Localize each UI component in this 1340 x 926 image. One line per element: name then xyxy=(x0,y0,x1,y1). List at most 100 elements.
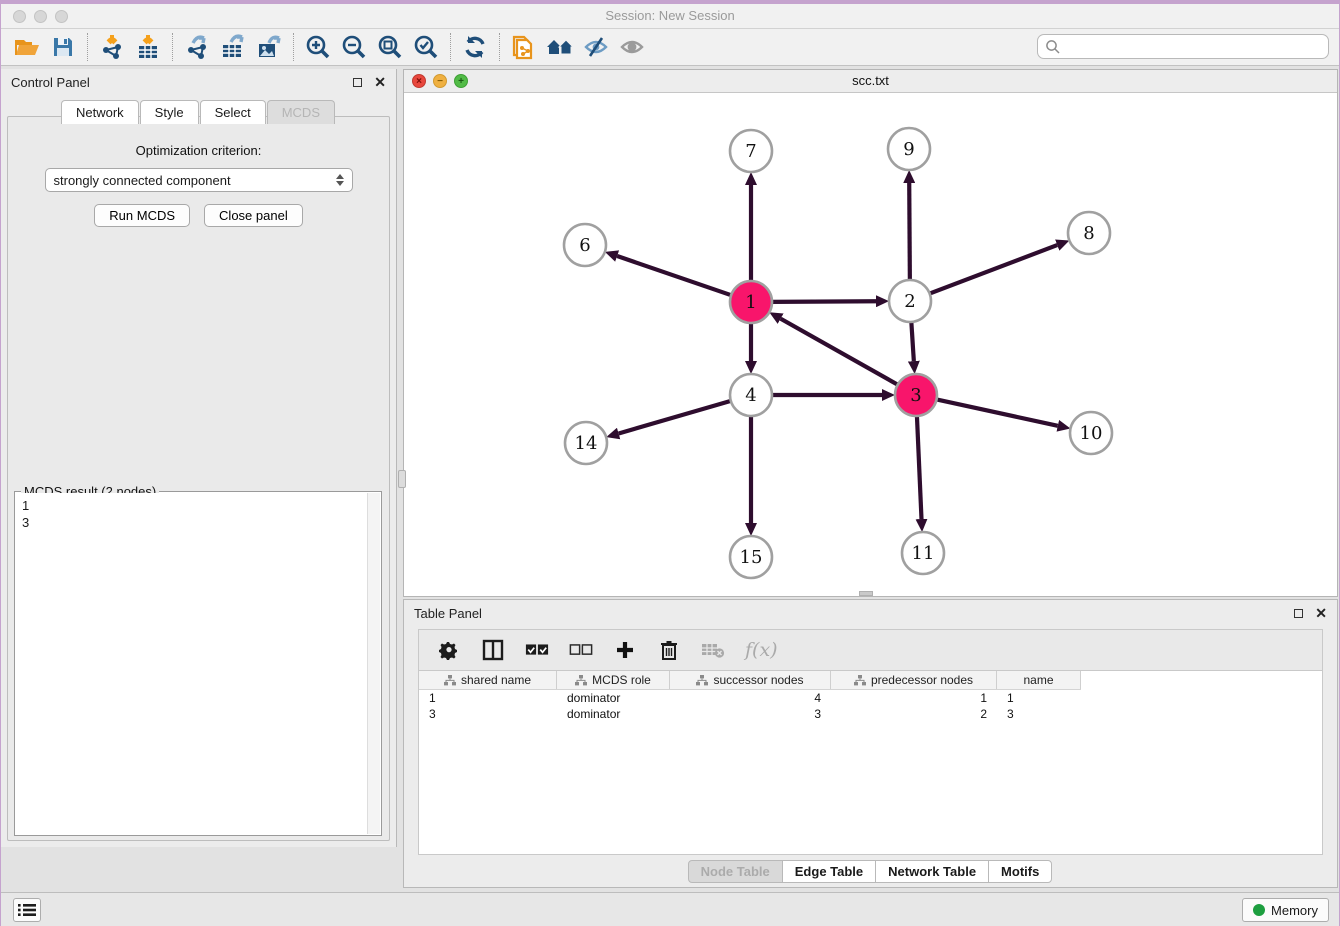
tab-select[interactable]: Select xyxy=(200,100,266,124)
close-table-panel-icon[interactable]: ✕ xyxy=(1315,606,1327,620)
refresh-layout-button[interactable] xyxy=(457,32,493,62)
mcds-result-text[interactable]: 1 3 xyxy=(16,493,367,834)
cell-successor-nodes[interactable]: 4 xyxy=(670,690,831,706)
maximize-window-button[interactable] xyxy=(55,10,68,23)
minimize-network-button[interactable]: − xyxy=(433,74,447,88)
create-column-button[interactable] xyxy=(613,638,637,662)
float-panel-icon[interactable] xyxy=(353,78,362,87)
graph-node-6[interactable]: 6 xyxy=(564,224,606,266)
close-network-button[interactable]: × xyxy=(412,74,426,88)
column-header-name[interactable]: name xyxy=(997,671,1081,689)
graph-node-15[interactable]: 15 xyxy=(730,536,772,578)
tab-edge-table[interactable]: Edge Table xyxy=(782,860,876,883)
criterion-select[interactable]: strongly connected component xyxy=(45,168,353,192)
import-table-button[interactable] xyxy=(130,32,166,62)
export-network-button[interactable] xyxy=(179,32,215,62)
result-scrollbar[interactable] xyxy=(367,493,380,834)
graph-node-3[interactable]: 3 xyxy=(895,374,937,416)
graph-node-14[interactable]: 14 xyxy=(565,422,607,464)
cell-predecessor-nodes[interactable]: 2 xyxy=(831,706,997,722)
column-header-predecessor-nodes[interactable]: predecessor nodes xyxy=(831,671,997,689)
checked-boxes-icon xyxy=(525,643,549,657)
select-all-columns-button[interactable] xyxy=(525,638,549,662)
memory-status-icon xyxy=(1253,904,1265,916)
graph-edge-2-9[interactable] xyxy=(909,183,910,280)
cell-mcds-role[interactable]: dominator xyxy=(557,706,670,722)
cell-successor-nodes[interactable]: 3 xyxy=(670,706,831,722)
tab-node-table[interactable]: Node Table xyxy=(688,860,783,883)
cell-name[interactable]: 1 xyxy=(997,690,1081,706)
window-controls xyxy=(13,10,68,23)
maximize-network-button[interactable]: + xyxy=(454,74,468,88)
show-all-networks-button[interactable] xyxy=(542,32,578,62)
float-table-panel-icon[interactable] xyxy=(1294,609,1303,618)
unchecked-boxes-icon xyxy=(569,643,593,657)
close-window-button[interactable] xyxy=(13,10,26,23)
import-network-button[interactable] xyxy=(94,32,130,62)
graph-edge-1-6[interactable] xyxy=(617,256,731,295)
open-session-button[interactable] xyxy=(9,32,45,62)
column-header-shared-name[interactable]: shared name xyxy=(419,671,557,689)
graph-edge-2-8[interactable] xyxy=(930,245,1058,293)
table-row[interactable]: 3 dominator 3 2 3 xyxy=(419,706,1081,722)
tab-mcds[interactable]: MCDS xyxy=(267,100,335,124)
memory-label: Memory xyxy=(1271,903,1318,918)
export-table-button[interactable] xyxy=(215,32,251,62)
tab-network[interactable]: Network xyxy=(61,100,139,124)
tab-motifs[interactable]: Motifs xyxy=(988,860,1052,883)
graph-node-2[interactable]: 2 xyxy=(889,280,931,322)
save-session-button[interactable] xyxy=(45,32,81,62)
close-panel-icon[interactable]: ✕ xyxy=(374,75,386,89)
zoom-fit-button[interactable] xyxy=(372,32,408,62)
graph-node-11[interactable]: 11 xyxy=(902,532,944,574)
zoom-selected-button[interactable] xyxy=(408,32,444,62)
search-input[interactable] xyxy=(1061,36,1328,57)
cell-shared-name[interactable]: 1 xyxy=(419,690,557,706)
column-header-successor-nodes[interactable]: successor nodes xyxy=(670,671,831,689)
cell-predecessor-nodes[interactable]: 1 xyxy=(831,690,997,706)
cell-shared-name[interactable]: 3 xyxy=(419,706,557,722)
houses-icon xyxy=(545,35,575,59)
function-builder-button-disabled[interactable]: f(x) xyxy=(745,638,778,662)
graph-edge-1-2[interactable] xyxy=(772,301,876,302)
horizontal-scroll-thumb[interactable] xyxy=(859,591,873,596)
memory-button[interactable]: Memory xyxy=(1242,898,1329,922)
graph-node-7[interactable]: 7 xyxy=(730,130,772,172)
tab-style[interactable]: Style xyxy=(140,100,199,124)
table-settings-button[interactable] xyxy=(437,638,461,662)
run-mcds-button[interactable]: Run MCDS xyxy=(94,204,190,227)
export-image-button[interactable] xyxy=(251,32,287,62)
clone-network-button[interactable] xyxy=(506,32,542,62)
minimize-window-button[interactable] xyxy=(34,10,47,23)
graph-edge-4-14[interactable] xyxy=(619,401,731,434)
node-table-container: f(x) shared name MCDS role xyxy=(418,629,1323,855)
hide-selected-button[interactable] xyxy=(578,32,614,62)
graph-edge-3-10[interactable] xyxy=(937,399,1058,425)
network-canvas[interactable]: 7 9 6 8 1 2 4 3 14 10 15 11 xyxy=(404,93,1337,596)
split-pane-grip[interactable] xyxy=(398,470,406,488)
cell-mcds-role[interactable]: dominator xyxy=(557,690,670,706)
tab-network-table[interactable]: Network Table xyxy=(875,860,989,883)
graph-edge-3-11[interactable] xyxy=(917,416,922,519)
delete-column-button[interactable] xyxy=(657,638,681,662)
graph-node-4[interactable]: 4 xyxy=(730,374,772,416)
graph-node-8[interactable]: 8 xyxy=(1068,212,1110,254)
graph-edge-3-1[interactable] xyxy=(781,319,898,385)
table-row[interactable]: 1 dominator 4 1 1 xyxy=(419,690,1081,706)
graph-node-9[interactable]: 9 xyxy=(888,128,930,170)
close-panel-button[interactable]: Close panel xyxy=(204,204,303,227)
delete-table-button-disabled[interactable] xyxy=(701,638,725,662)
show-column-button[interactable] xyxy=(481,638,505,662)
node-label: 6 xyxy=(579,235,590,256)
unselect-all-columns-button[interactable] xyxy=(569,638,593,662)
show-hidden-button[interactable] xyxy=(614,32,650,62)
zoom-out-button[interactable] xyxy=(336,32,372,62)
zoom-in-button[interactable] xyxy=(300,32,336,62)
cell-name[interactable]: 3 xyxy=(997,706,1081,722)
graph-node-10[interactable]: 10 xyxy=(1070,412,1112,454)
column-header-mcds-role[interactable]: MCDS role xyxy=(557,671,670,689)
import-network-icon xyxy=(99,34,125,60)
show-panel-list-button[interactable] xyxy=(13,898,41,922)
graph-edge-2-3[interactable] xyxy=(911,322,913,361)
graph-node-1[interactable]: 1 xyxy=(730,281,772,323)
